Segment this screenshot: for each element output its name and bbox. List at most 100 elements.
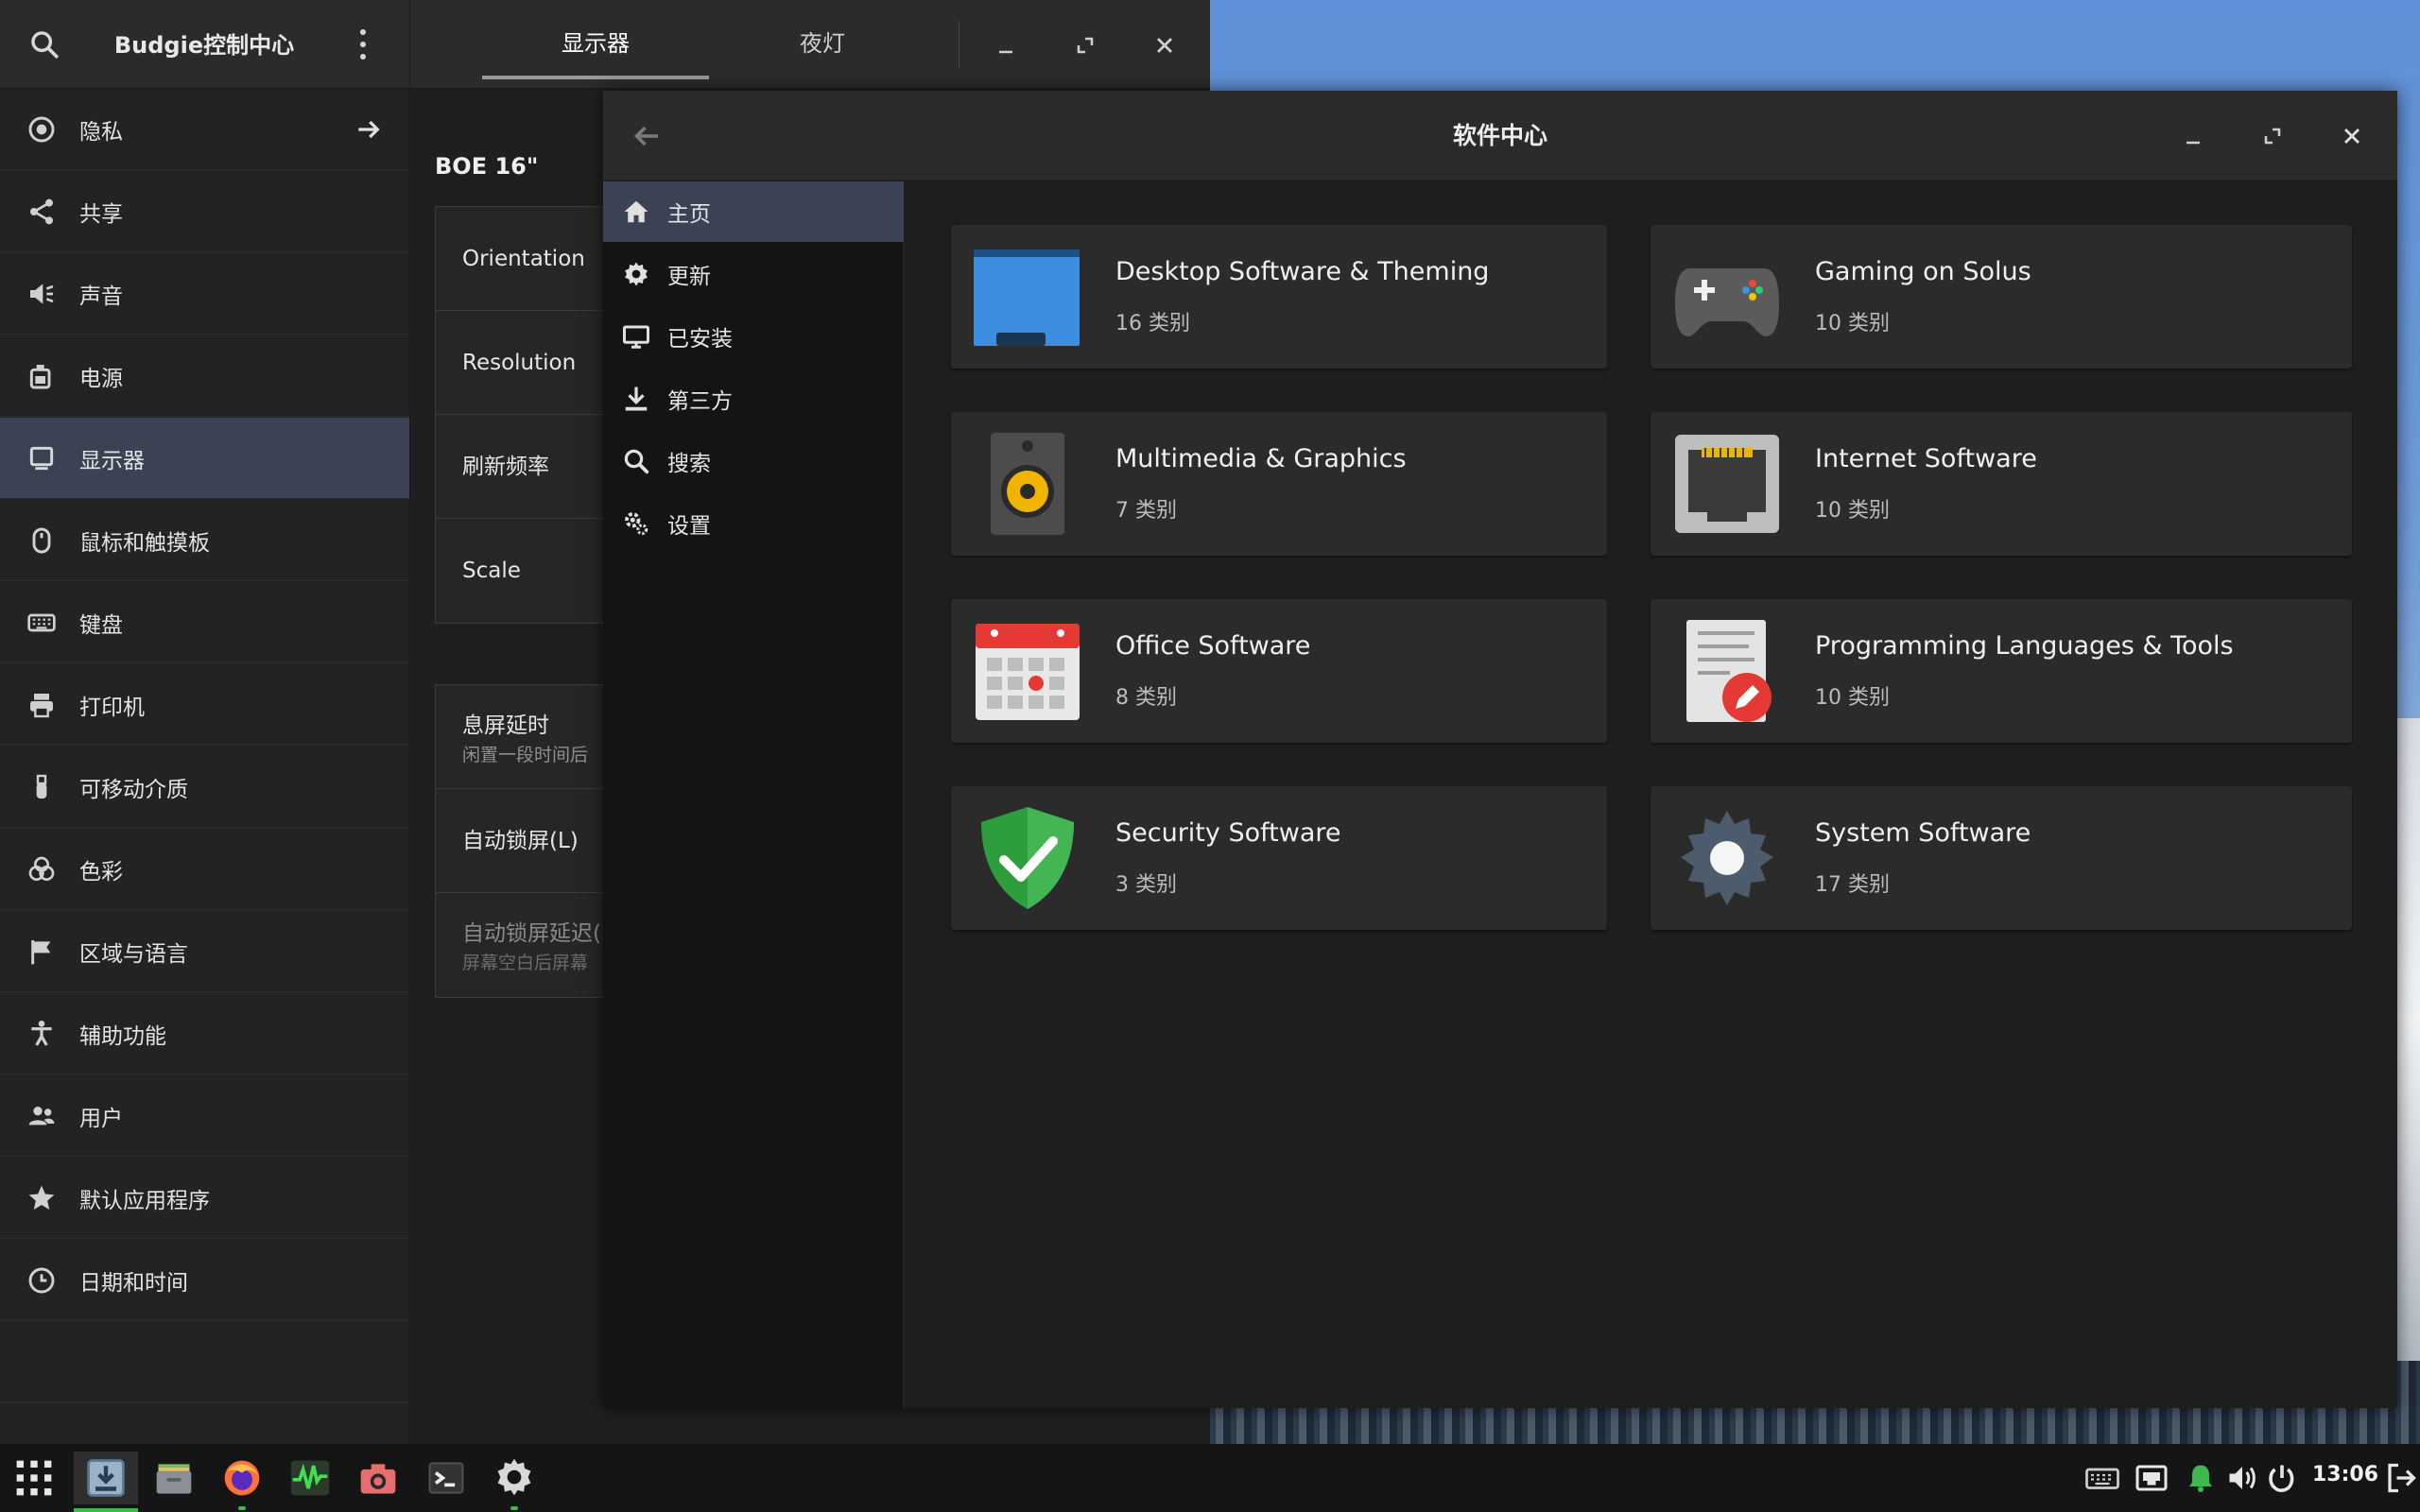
sidebar-item-datetime[interactable]: 日期和时间 [0, 1240, 409, 1321]
nav-installed[interactable]: 已安装 [603, 306, 904, 367]
sidebar-item-label: 共享 [79, 201, 123, 227]
sidebar-item-display[interactable]: 显示器 [0, 418, 409, 499]
sidebar-item-label: 声音 [79, 284, 123, 309]
category-count: 7 类别 [1115, 499, 1177, 523]
minimize-button[interactable] [2174, 117, 2212, 155]
category-name: Multimedia & Graphics [1115, 444, 1407, 473]
software-center-title: 软件中心 [1452, 122, 1547, 149]
sidebar-item-label: 默认应用程序 [79, 1188, 210, 1213]
system-gear-icon [1673, 807, 1781, 909]
calendar-icon [974, 620, 1081, 722]
sidebar-item-label: 可移动介质 [79, 777, 188, 802]
tray-volume[interactable] [2225, 1461, 2259, 1495]
tab-display[interactable]: 显示器 [482, 0, 709, 89]
category-count: 3 类别 [1115, 873, 1177, 897]
sidebar-item-color[interactable]: 色彩 [0, 829, 409, 910]
power-icon [2269, 1465, 2294, 1492]
star-icon [25, 1181, 59, 1215]
search-icon[interactable] [28, 28, 60, 60]
category-card-office[interactable]: Office Software 8 类别 [951, 599, 1607, 743]
category-card-internet[interactable]: Internet Software 10 类别 [1651, 412, 2352, 556]
nav-settings[interactable]: 设置 [603, 493, 904, 554]
category-card-security[interactable]: Security Software 3 类别 [951, 786, 1607, 930]
category-card-desktop[interactable]: Desktop Software & Theming 16 类别 [951, 225, 1607, 369]
share-icon [25, 195, 59, 229]
category-card-gaming[interactable]: Gaming on Solus 10 类别 [1651, 225, 2352, 369]
sound-icon [25, 277, 59, 311]
category-card-programming[interactable]: Programming Languages & Tools 10 类别 [1651, 599, 2352, 743]
auto-lock-label: 自动锁屏(L) [462, 829, 579, 853]
clock-icon [25, 1263, 59, 1297]
network-port-icon [1673, 433, 1781, 535]
category-card-system[interactable]: System Software 17 类别 [1651, 786, 2352, 930]
app-grid-button[interactable] [8, 1452, 60, 1504]
sidebar-item-privacy[interactable]: 隐私 [0, 89, 409, 170]
settings-icon [620, 507, 652, 540]
search-icon [620, 445, 652, 477]
taskbar-software-center[interactable] [74, 1452, 138, 1512]
gamepad-icon [1673, 246, 1781, 348]
tray-logout[interactable] [2384, 1461, 2418, 1495]
display-tabs: 显示器 夜灯 [482, 0, 936, 89]
control-center-title: Budgie控制中心 [113, 32, 295, 59]
sidebar-item-label: 色彩 [79, 859, 123, 885]
maximize-icon [2264, 128, 2281, 145]
taskbar-firefox[interactable] [216, 1452, 268, 1510]
category-count: 10 类别 [1815, 499, 1890, 523]
sidebar-item-region[interactable]: 区域与语言 [0, 911, 409, 992]
sidebar-item-removable-media[interactable]: 可移动介质 [0, 747, 409, 828]
sidebar-item-printers[interactable]: 打印机 [0, 664, 409, 746]
auto-lock-delay-sub: 屏幕空白后屏幕 [462, 953, 589, 973]
tray-power[interactable] [2265, 1461, 2299, 1495]
minimize-button[interactable] [987, 26, 1025, 64]
close-button[interactable] [1146, 26, 1184, 64]
sidebar-item-power[interactable]: 电源 [0, 335, 409, 417]
taskbar-files[interactable] [147, 1452, 200, 1504]
close-button[interactable] [2333, 117, 2371, 155]
software-center-icon [87, 1459, 125, 1497]
logout-icon [2388, 1463, 2416, 1493]
files-icon [156, 1464, 192, 1494]
sidebar-item-label: 电源 [79, 366, 123, 391]
sidebar-item-partial-bottom[interactable] [0, 1322, 409, 1403]
users-icon [25, 1099, 59, 1133]
nav-third-party[interactable]: 第三方 [603, 369, 904, 429]
tray-keyboard[interactable] [2085, 1461, 2119, 1495]
category-name: System Software [1815, 818, 2031, 848]
maximize-button[interactable] [1066, 26, 1104, 64]
sidebar-item-keyboard[interactable]: 键盘 [0, 582, 409, 663]
clock[interactable]: 13:06 [2312, 1463, 2378, 1486]
sidebar-item-sharing[interactable]: 共享 [0, 171, 409, 252]
system-monitor-icon [290, 1460, 330, 1496]
sidebar-item-label: 打印机 [79, 695, 145, 720]
removable-media-icon [25, 770, 59, 804]
category-card-multimedia[interactable]: Multimedia & Graphics 7 类别 [951, 412, 1607, 556]
color-icon [25, 852, 59, 886]
nav-updates[interactable]: 更新 [603, 244, 904, 304]
kebab-menu-icon[interactable] [354, 26, 372, 62]
category-name: Security Software [1115, 818, 1341, 848]
sidebar-item-accessibility[interactable]: 辅助功能 [0, 993, 409, 1074]
nav-home[interactable]: 主页 [603, 181, 904, 242]
tab-night-light[interactable]: 夜灯 [709, 0, 936, 89]
tray-notifications[interactable] [2184, 1461, 2218, 1495]
power-icon [25, 359, 59, 393]
taskbar-terminal[interactable] [420, 1452, 473, 1504]
taskbar-system-monitor[interactable] [284, 1452, 337, 1504]
sidebar-item-mouse[interactable]: 鼠标和触摸板 [0, 500, 409, 581]
screenshot-icon [360, 1464, 396, 1494]
nav-search[interactable]: 搜索 [603, 431, 904, 491]
control-center-headerbar: Budgie控制中心 显示器 夜灯 [0, 0, 1210, 89]
refresh-rate-label: 刷新频率 [462, 455, 549, 479]
sidebar-item-users[interactable]: 用户 [0, 1075, 409, 1157]
sidebar-item-label: 辅助功能 [79, 1023, 166, 1049]
sidebar-item-sound[interactable]: 声音 [0, 253, 409, 335]
control-center-sidebar: 隐私 共享 声音 电源 显示器 鼠标和触摸板 键盘 打印机 可移动介质 色彩 区… [0, 89, 410, 1444]
sidebar-item-default-apps[interactable]: 默认应用程序 [0, 1158, 409, 1239]
nav-label: 更新 [667, 265, 711, 289]
taskbar-screenshot[interactable] [352, 1452, 405, 1504]
tray-network[interactable] [2135, 1461, 2169, 1495]
taskbar-control-center[interactable] [488, 1452, 541, 1510]
notification-icon [2189, 1465, 2212, 1492]
maximize-button[interactable] [2254, 117, 2291, 155]
